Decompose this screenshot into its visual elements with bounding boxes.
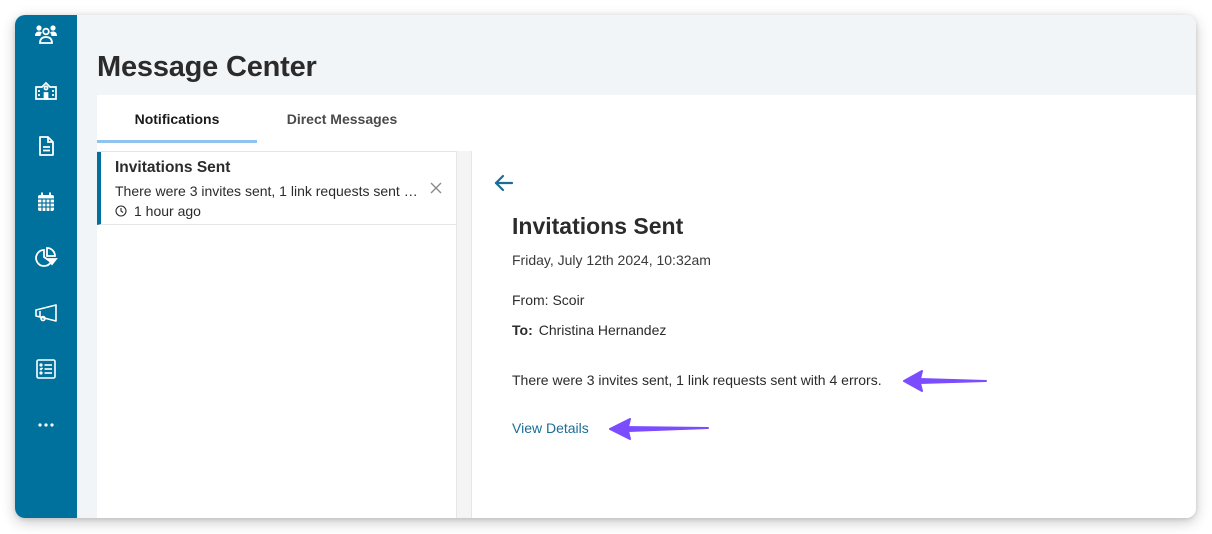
tab-notifications[interactable]: Notifications [97, 95, 257, 143]
document-icon [39, 136, 54, 156]
notification-list: Invitations Sent There were 3 invites se… [97, 151, 457, 518]
sidebar-item-schools[interactable] [15, 70, 77, 110]
pie-chart-icon [35, 247, 58, 267]
notification-detail: Invitations Sent Friday, July 12th 2024,… [472, 151, 1196, 518]
view-details-link[interactable]: View Details [512, 420, 589, 436]
users-icon [35, 25, 57, 44]
message-center-panel: Notifications Direct Messages Invitation… [97, 95, 1196, 518]
detail-to: To: Christina Hernandez [512, 322, 666, 338]
sidebar-item-people[interactable] [15, 15, 77, 55]
annotation-arrow-icon [609, 418, 709, 440]
page-title: Message Center [97, 51, 317, 83]
tab-bar: Notifications Direct Messages [97, 95, 497, 143]
detail-to-label: To: [512, 322, 533, 338]
sidebar [15, 15, 77, 518]
more-horizontal-icon [38, 423, 54, 427]
detail-body: There were 3 invites sent, 1 link reques… [512, 372, 882, 388]
detail-title: Invitations Sent [512, 213, 684, 239]
school-building-icon [35, 81, 57, 100]
sidebar-item-checklists[interactable] [15, 349, 77, 389]
sidebar-item-documents[interactable] [15, 126, 77, 166]
calendar-icon [38, 192, 54, 211]
sidebar-item-more[interactable] [15, 405, 77, 445]
sidebar-item-reports[interactable] [15, 237, 77, 277]
detail-from-label: From: [512, 292, 549, 308]
sidebar-item-calendar[interactable] [15, 182, 77, 222]
notification-list-item[interactable]: Invitations Sent There were 3 invites se… [97, 152, 456, 225]
annotation-arrow-icon [903, 370, 987, 392]
back-arrow-icon[interactable] [492, 173, 516, 193]
pane-divider [456, 151, 472, 518]
detail-date: Friday, July 12th 2024, 10:32am [512, 252, 711, 268]
clock-icon [115, 205, 127, 217]
checklist-icon [36, 359, 56, 379]
sidebar-item-announcements[interactable] [15, 293, 77, 333]
detail-from-value: Scoir [552, 292, 585, 308]
notification-time: 1 hour ago [115, 203, 201, 219]
tab-direct-messages[interactable]: Direct Messages [257, 95, 427, 143]
detail-to-value: Christina Hernandez [538, 322, 667, 338]
notification-title: Invitations Sent [115, 159, 231, 176]
megaphone-icon [35, 304, 57, 322]
detail-from: From: Scoir [512, 292, 584, 308]
notification-preview: There were 3 invites sent, 1 link reques… [115, 183, 420, 199]
notification-time-text: 1 hour ago [134, 203, 201, 219]
close-icon[interactable] [428, 180, 444, 196]
